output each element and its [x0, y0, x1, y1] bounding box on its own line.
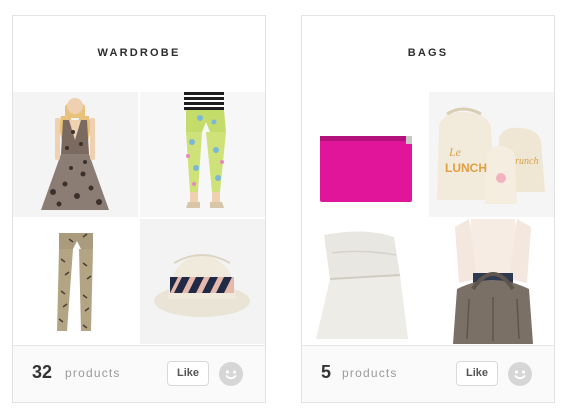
product-count: 32	[32, 362, 53, 382]
product-image-grid	[13, 92, 265, 344]
product-image-grid: Le LUNCH Brunch	[302, 92, 554, 344]
product-image-white-leather-clutch[interactable]	[302, 219, 427, 344]
collection-card-wardrobe[interactable]: WARDROBE 32 products Like	[12, 15, 266, 403]
product-count-label: products	[65, 366, 121, 380]
like-button[interactable]: Like	[456, 361, 498, 386]
collection-card-bags[interactable]: BAGS Le LUNCH Brunch 5 products Like	[301, 15, 555, 403]
svg-text:Le: Le	[448, 145, 462, 159]
product-count: 5	[321, 362, 332, 382]
product-image-grey-tote-bag[interactable]	[429, 219, 554, 344]
collection-title[interactable]: WARDROBE	[13, 47, 265, 59]
product-image-leopard-dress[interactable]	[13, 92, 138, 217]
product-image-striped-fedora[interactable]	[140, 219, 265, 344]
card-footer: 32 products Like	[13, 345, 265, 402]
svg-text:LUNCH: LUNCH	[445, 161, 487, 175]
product-image-printed-leggings[interactable]	[13, 219, 138, 344]
product-image-canvas-lunch-bags[interactable]: Le LUNCH Brunch	[429, 92, 554, 217]
card-footer: 5 products Like	[302, 345, 554, 402]
product-image-floral-pants[interactable]	[140, 92, 265, 217]
like-button[interactable]: Like	[167, 361, 209, 386]
smiley-face-icon[interactable]	[219, 362, 243, 386]
collection-title[interactable]: BAGS	[302, 47, 554, 59]
smiley-face-icon[interactable]	[508, 362, 532, 386]
product-count-label: products	[342, 366, 398, 380]
product-image-pink-clutch[interactable]	[302, 92, 427, 217]
